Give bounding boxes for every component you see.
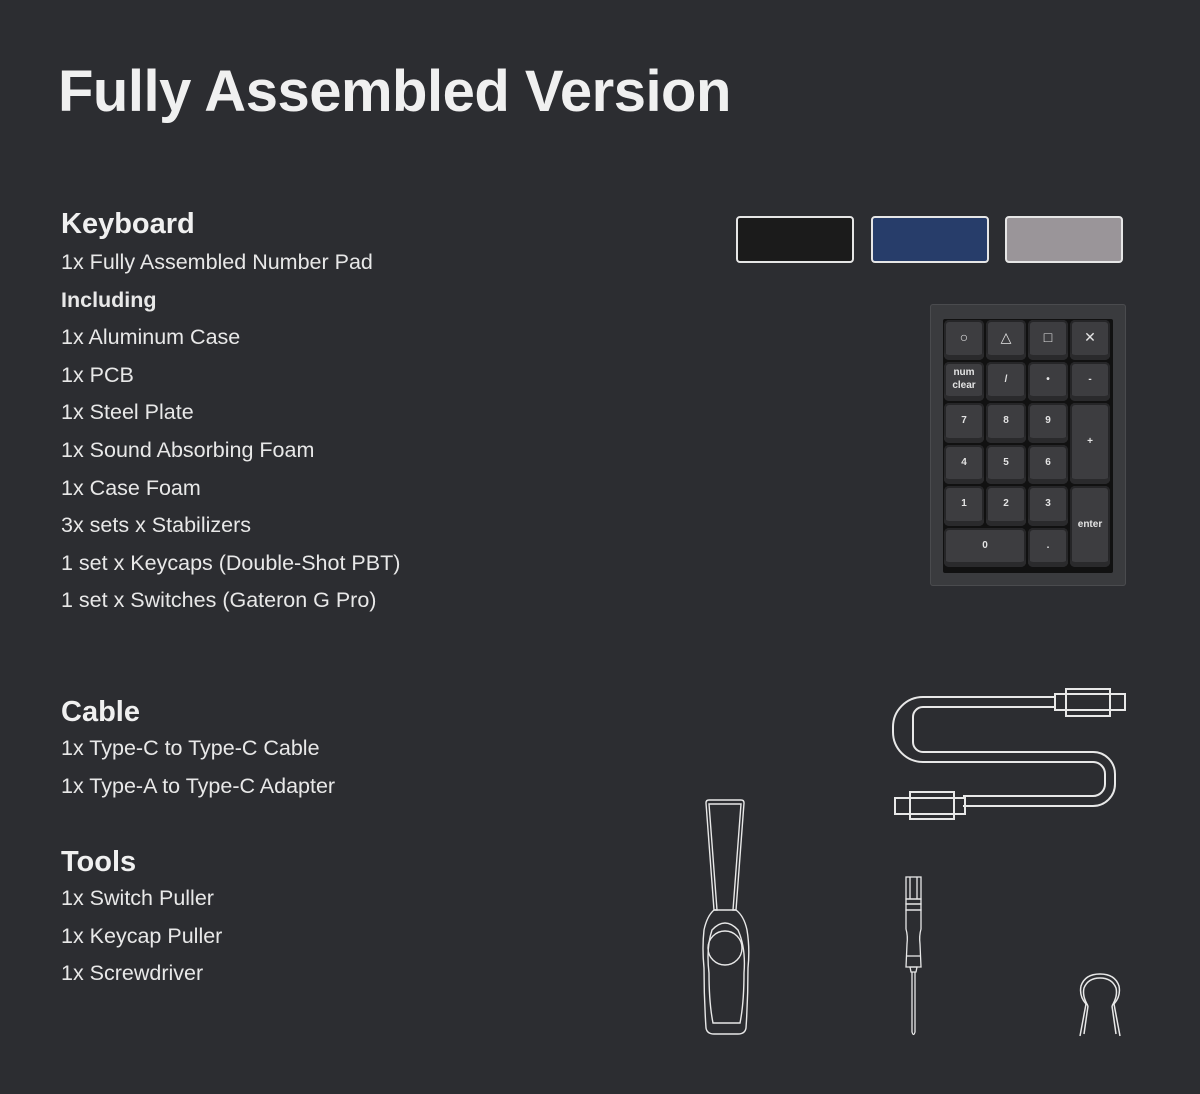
list-item: 1x Fully Assembled Number Pad	[61, 250, 373, 274]
key-1: 1	[944, 486, 984, 526]
cable-heading: Cable	[61, 696, 140, 728]
keycap-puller-icon	[1079, 973, 1121, 1037]
key-8: 8	[986, 403, 1026, 443]
key-enter: enter	[1070, 486, 1110, 567]
color-swatch-silver-grey[interactable]	[1005, 216, 1123, 263]
usb-c-cable-icon	[892, 688, 1126, 820]
list-item: 1x Keycap Puller	[61, 923, 223, 948]
key-triangle: △	[986, 320, 1026, 360]
color-swatch-black[interactable]	[736, 216, 854, 263]
key-divide: /	[986, 361, 1026, 401]
list-item: 1x Steel Plate	[61, 400, 194, 425]
key-2: 2	[986, 486, 1026, 526]
switch-puller-icon	[702, 799, 750, 1035]
key-plus: +	[1070, 403, 1110, 484]
key-4: 4	[944, 444, 984, 484]
color-swatch-navy-blue[interactable]	[871, 216, 989, 263]
number-pad-image: ○ △ □ ✕ num clear / • - 7 8 9 +4 5 6 1 2 3 enter 0.	[930, 304, 1126, 586]
key-6: 6	[1028, 444, 1068, 484]
key-square: □	[1028, 320, 1068, 360]
list-item: 1x PCB	[61, 362, 134, 387]
key-5: 5	[986, 444, 1026, 484]
key-circle: ○	[944, 320, 984, 360]
cable-section: Cable 1x Type-C to Type-C Cable 1x Type-A…	[61, 694, 335, 805]
list-item: 1x Aluminum Case	[61, 325, 241, 350]
list-item: 1x Sound Absorbing Foam	[61, 437, 315, 462]
keyboard-item-list: 1x Fully Assembled Number Pad Including 1x…	[61, 244, 400, 620]
key-3: 3	[1028, 486, 1068, 526]
list-item: 1x Type-C to Type-C Cable	[61, 736, 320, 760]
list-item: 1 set x Keycaps (Double-Shot PBT)	[61, 550, 401, 575]
key-7: 7	[944, 403, 984, 443]
key-0: 0	[944, 527, 1026, 567]
list-subheading: Including	[61, 287, 157, 312]
list-item: 1x Type-A to Type-C Adapter	[61, 773, 336, 798]
list-item: 1x Case Foam	[61, 475, 201, 500]
tools-item-list: 1x Switch Puller 1x Keycap Puller 1x Screw…	[61, 880, 222, 993]
key-9: 9	[1028, 403, 1068, 443]
key-cross: ✕	[1070, 320, 1110, 360]
tools-heading: Tools	[61, 846, 137, 878]
number-pad-keys: ○ △ □ ✕ num clear / • - 7 8 9 +4 5 6 1 2 3 enter 0.	[943, 319, 1113, 573]
cable-item-list: 1x Type-C to Type-C Cable 1x Type-A to Ty…	[61, 730, 335, 805]
key-minus: -	[1070, 361, 1110, 401]
tools-section: Tools 1x Switch Puller 1x Keycap Puller 1x…	[61, 844, 222, 993]
key-decimal: .	[1028, 527, 1068, 567]
list-item: 1 set x Switches (Gateron G Pro)	[61, 588, 377, 613]
page-title: Fully Assembled Version	[58, 59, 731, 124]
list-item: 3x sets x Stabilizers	[61, 513, 251, 538]
list-item: 1x Screwdriver	[61, 961, 204, 986]
key-num-clear: num clear	[944, 361, 984, 401]
list-item: 1x Switch Puller	[61, 886, 214, 910]
keyboard-heading: Keyboard	[61, 208, 195, 240]
keyboard-section: Keyboard 1x Fully Assembled Number Pad In…	[61, 206, 400, 620]
screwdriver-icon	[905, 876, 922, 1036]
key-multiply: •	[1028, 361, 1068, 401]
